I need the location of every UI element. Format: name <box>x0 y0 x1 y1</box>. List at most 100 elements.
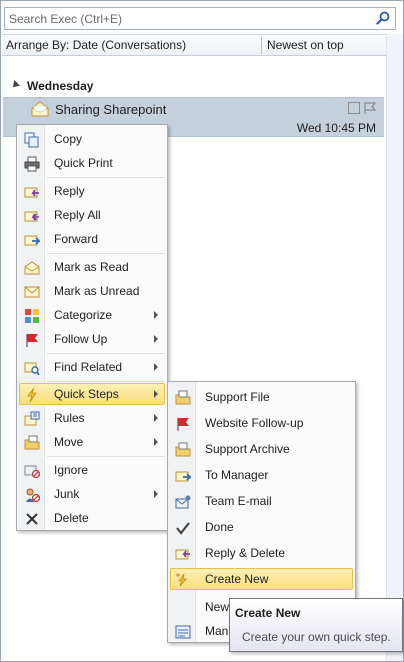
reply-icon <box>24 187 39 198</box>
menu-item-label: Copy <box>54 132 83 146</box>
collapse-triangle-icon[interactable] <box>10 80 20 90</box>
delete-x-icon <box>26 513 38 525</box>
quick-step-reply-delete[interactable]: Reply & Delete <box>170 542 353 564</box>
mail-subject: Sharing Sharepoint <box>55 102 167 117</box>
manage-icon <box>175 625 191 639</box>
forward-icon <box>24 235 40 246</box>
mark-unread-icon <box>24 286 40 298</box>
arrange-by-button[interactable]: Arrange By: Date (Conversations) <box>6 38 186 52</box>
create-new-icon <box>176 573 187 587</box>
submenu-arrow-icon <box>154 363 158 371</box>
tooltip-title: Create New <box>235 606 301 620</box>
arrange-divider <box>261 37 262 54</box>
category-box-icon[interactable] <box>348 102 360 114</box>
menu-separator <box>47 456 165 457</box>
rules-icon <box>24 411 40 426</box>
tooltip-text: Create your own quick step. <box>242 630 391 644</box>
quick-step-to-manager[interactable]: To Manager <box>170 464 353 486</box>
quick-step-team-email[interactable]: Team E-mail <box>170 490 353 512</box>
ignore-icon <box>24 465 40 479</box>
menu-item-forward[interactable]: Forward <box>19 228 165 250</box>
submenu-arrow-icon <box>154 414 158 422</box>
menu-item-find-related[interactable]: Find Related <box>19 356 165 378</box>
envelope-icon <box>31 101 49 117</box>
menu-item-label: Quick Print <box>54 156 113 170</box>
menu-item-label: Reply <box>54 184 85 198</box>
menu-item-label: Mark as Unread <box>54 284 140 298</box>
group-header-label: Wednesday <box>27 79 94 93</box>
menu-item-copy[interactable]: Copy <box>19 128 165 150</box>
menu-item-rules[interactable]: Rules <box>19 407 165 429</box>
mail-date: Wed 10:45 PM <box>296 121 376 135</box>
menu-item-junk[interactable]: Junk <box>19 483 165 505</box>
menu-item-label: To Manager <box>205 468 269 482</box>
context-menu: Copy Quick Print Reply Reply All Forward… <box>16 124 168 531</box>
quick-step-support-archive[interactable]: Support Archive <box>170 438 353 460</box>
menu-item-label: Reply All <box>54 208 101 222</box>
menu-item-label: Junk <box>54 487 80 501</box>
search-box[interactable] <box>4 7 396 30</box>
categorize-icon <box>25 309 39 323</box>
group-header[interactable]: Wednesday <box>10 79 94 93</box>
forward-icon <box>175 471 191 482</box>
submenu-arrow-icon <box>154 438 158 446</box>
menu-separator <box>47 381 165 382</box>
menu-item-quick-steps[interactable]: Quick Steps <box>19 383 165 405</box>
menu-item-mark-as-unread[interactable]: Mark as Unread <box>19 280 165 302</box>
menu-item-label: Done <box>205 520 234 534</box>
menu-separator <box>47 177 165 178</box>
move-to-folder-icon <box>175 390 191 405</box>
menu-item-label: New <box>205 600 230 614</box>
menu-item-label: Move <box>54 435 84 449</box>
menu-item-label: Man <box>205 624 229 638</box>
menu-item-label: Reply & Delete <box>205 546 286 560</box>
menu-item-mark-as-read[interactable]: Mark as Read <box>19 256 165 278</box>
menu-item-delete[interactable]: Delete <box>19 507 165 529</box>
vertical-scrollbar[interactable] <box>386 34 403 661</box>
copy-icon <box>24 132 39 148</box>
menu-item-move[interactable]: Move <box>19 431 165 453</box>
menu-item-follow-up[interactable]: Follow Up <box>19 328 165 350</box>
tooltip: Create New Create your own quick step. <box>229 598 403 652</box>
move-to-folder-icon <box>175 442 191 457</box>
menu-item-label: Follow Up <box>54 332 108 346</box>
submenu-arrow-icon <box>154 311 158 319</box>
move-icon <box>24 435 40 450</box>
printer-icon <box>24 156 40 172</box>
search-input[interactable] <box>9 11 369 27</box>
outlook-mail-pane: Arrange By: Date (Conversations) Newest … <box>0 0 404 662</box>
flag-icon <box>26 334 38 347</box>
reply-delete-icon <box>175 549 190 560</box>
menu-item-label: Team E-mail <box>205 494 272 508</box>
search-icon[interactable] <box>375 10 392 27</box>
menu-item-label: Forward <box>54 232 99 246</box>
quick-step-create-new[interactable]: Create New <box>170 568 353 590</box>
menu-item-label: Delete <box>54 511 89 525</box>
menu-item-quick-print[interactable]: Quick Print <box>19 152 165 174</box>
submenu-arrow-icon <box>154 335 158 343</box>
arrange-by-bar: Arrange By: Date (Conversations) Newest … <box>2 34 386 56</box>
flag-outline-icon[interactable] <box>363 101 377 115</box>
submenu-arrow-icon <box>154 490 158 498</box>
menu-item-label: Website Follow-up <box>205 416 304 430</box>
junk-icon <box>26 488 40 503</box>
menu-item-reply[interactable]: Reply <box>19 180 165 202</box>
sort-order-button[interactable]: Newest on top <box>267 38 344 52</box>
menu-item-label: Support File <box>205 390 270 404</box>
quick-step-done[interactable]: Done <box>170 516 353 538</box>
menu-item-label: Quick Steps <box>54 387 119 401</box>
menu-item-label: Create New <box>205 572 269 586</box>
menu-separator <box>47 353 165 354</box>
lightning-icon <box>27 387 37 403</box>
menu-separator <box>47 253 165 254</box>
find-related-icon <box>24 362 40 376</box>
menu-item-label: Support Archive <box>205 442 290 456</box>
menu-item-label: Rules <box>54 411 85 425</box>
menu-item-categorize[interactable]: Categorize <box>19 304 165 326</box>
menu-item-reply-all[interactable]: Reply All <box>19 204 165 226</box>
quick-step-support-file[interactable]: Support File <box>170 386 353 408</box>
menu-item-label: Categorize <box>54 308 113 322</box>
quick-step-website-follow-up[interactable]: Website Follow-up <box>170 412 353 434</box>
menu-item-ignore[interactable]: Ignore <box>19 459 165 481</box>
checkmark-icon <box>176 522 190 535</box>
